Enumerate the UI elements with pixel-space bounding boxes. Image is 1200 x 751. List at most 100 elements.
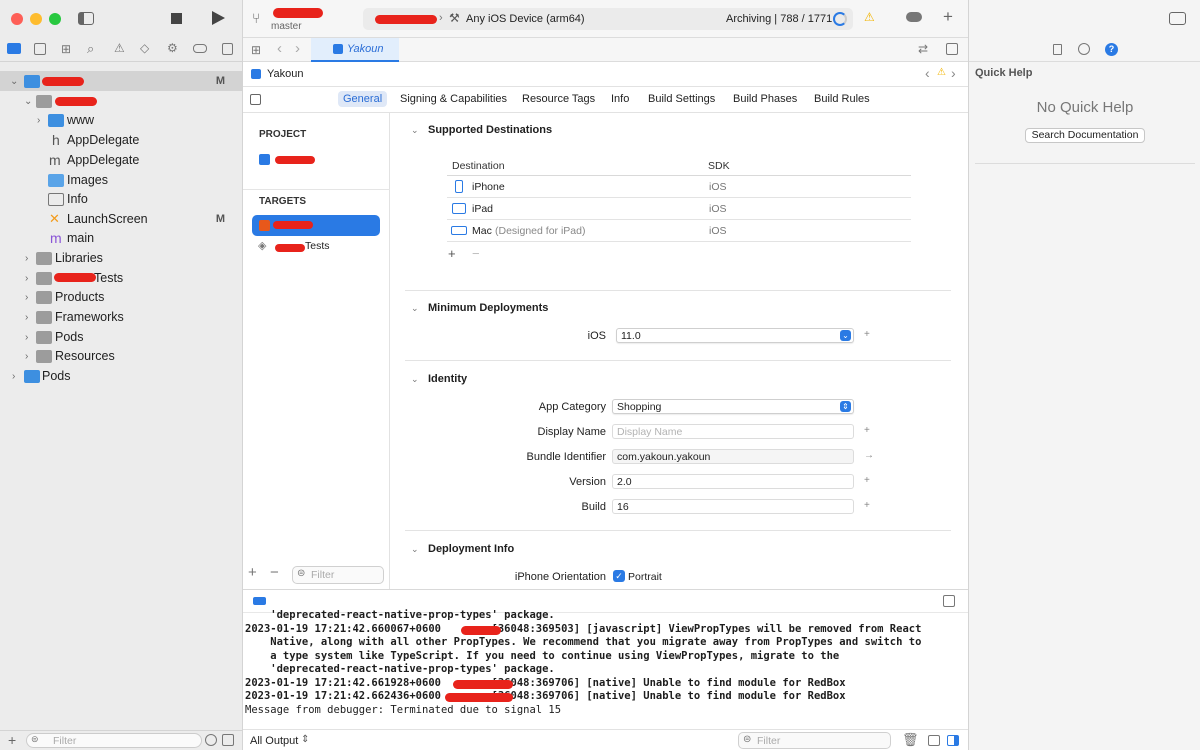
bundle-identifier-field[interactable]: com.yakoun.yakoun [612, 449, 854, 464]
tab-build-phases[interactable]: Build Phases [728, 91, 802, 107]
chevron-right-icon[interactable]: › [25, 332, 28, 343]
breakpoint-icon[interactable] [193, 44, 207, 53]
branch-label[interactable]: master [271, 21, 302, 32]
warning-icon[interactable]: ⚠ [937, 67, 946, 78]
tab-build-settings[interactable]: Build Settings [643, 91, 720, 107]
nav-item-pods-group[interactable]: › Pods [0, 327, 243, 347]
chevron-right-icon[interactable]: › [12, 371, 15, 382]
issue-icon[interactable]: ⚠ [114, 41, 125, 55]
add-icon[interactable]: + [943, 7, 953, 27]
run-button[interactable] [212, 11, 225, 25]
nav-item-libraries[interactable]: › Libraries [0, 248, 243, 268]
target-item-tests[interactable]: ◈ Tests [253, 238, 383, 256]
nav-item-project[interactable]: ⌄ M [0, 71, 243, 91]
tab-signing-capabilities[interactable]: Signing & Capabilities [395, 91, 512, 107]
folder-icon[interactable] [7, 43, 21, 54]
warning-icon[interactable]: ⚠ [864, 10, 875, 24]
run-destination[interactable]: Any iOS Device (arm64) [466, 13, 585, 25]
nav-item-pods-project[interactable]: › Pods [0, 366, 243, 386]
next-issue-icon[interactable]: › [951, 65, 956, 81]
console-filter-input[interactable]: ⊜ Filter [738, 732, 891, 749]
variables-view-icon[interactable] [928, 735, 940, 746]
search-documentation-button[interactable]: Search Documentation [1025, 128, 1145, 143]
report-icon[interactable] [222, 43, 233, 55]
tab-info[interactable]: Info [606, 91, 634, 107]
chevron-down-icon[interactable]: ⌄ [411, 303, 419, 314]
chevron-down-icon[interactable]: ⌄ [411, 125, 419, 136]
activity-view[interactable]: › ⚒ Any iOS Device (arm64) Archiving | 7… [363, 8, 853, 30]
ios-deployment-target-select[interactable]: 11.0 ⌄ [616, 328, 854, 343]
nav-item-products[interactable]: › Products [0, 287, 243, 307]
jump-bar-label[interactable]: Yakoun [267, 68, 304, 80]
arrow-right-icon[interactable]: → [864, 450, 874, 461]
build-field[interactable]: 16 [612, 499, 854, 514]
chevron-down-icon[interactable]: ⌄ [10, 76, 18, 87]
add-icon[interactable]: + [864, 425, 870, 436]
trash-icon[interactable]: 🗑 [902, 732, 919, 748]
scm-filter-icon[interactable] [222, 734, 234, 746]
history-inspector-icon[interactable] [1078, 43, 1090, 55]
nav-item-tests[interactable]: › Tests [0, 268, 243, 288]
add-icon[interactable]: + [864, 329, 870, 340]
version-field[interactable]: 2.0 [612, 474, 854, 489]
file-inspector-icon[interactable] [1053, 44, 1062, 55]
destination-row[interactable]: Mac (Designed for iPad) iOS [447, 221, 911, 241]
output-selector[interactable]: All Output [250, 735, 298, 747]
target-item-app[interactable] [252, 215, 380, 236]
nav-item-resources[interactable]: › Resources [0, 346, 243, 366]
chevron-right-icon[interactable]: › [25, 351, 28, 362]
nav-item-group[interactable]: ⌄ [0, 91, 243, 111]
nav-item-launchscreen[interactable]: ✕ LaunchScreen M [0, 209, 243, 229]
portrait-checkbox[interactable]: ✓ [613, 570, 625, 582]
nav-item-info[interactable]: Info [0, 189, 243, 209]
tab-build-rules[interactable]: Build Rules [809, 91, 875, 107]
recent-files-icon[interactable] [205, 734, 217, 746]
source-control-icon[interactable] [34, 43, 46, 55]
nav-item-www[interactable]: › www [0, 110, 243, 130]
add-icon[interactable]: + [864, 500, 870, 511]
close-window-button[interactable] [11, 13, 23, 25]
targets-list-toggle-icon[interactable] [250, 94, 261, 105]
chevron-right-icon[interactable]: › [25, 312, 28, 323]
targets-filter-input[interactable]: ⊜ Filter [292, 566, 384, 584]
chevron-right-icon[interactable]: › [25, 273, 28, 284]
debug-icon[interactable]: ⚙ [167, 41, 178, 55]
zoom-window-button[interactable] [49, 13, 61, 25]
stop-button[interactable] [171, 13, 182, 24]
back-icon[interactable]: ‹ [277, 40, 282, 57]
add-target-button[interactable]: + [248, 564, 257, 581]
swap-icon[interactable]: ⇄ [918, 42, 928, 56]
console-view-icon[interactable] [947, 735, 959, 746]
remove-target-button[interactable]: − [270, 564, 279, 581]
chevron-right-icon[interactable]: › [25, 253, 28, 264]
minimize-window-button[interactable] [30, 13, 42, 25]
add-icon[interactable]: + [864, 475, 870, 486]
display-name-field[interactable]: Display Name [612, 424, 854, 439]
chevron-down-icon[interactable]: ⌄ [411, 374, 419, 385]
sidebar-toggle-icon[interactable] [78, 12, 94, 25]
split-console-icon[interactable] [943, 595, 955, 607]
nav-item-appdelegate-m[interactable]: m AppDelegate [0, 150, 243, 170]
split-editor-icon[interactable] [946, 43, 958, 55]
nav-item-appdelegate-h[interactable]: h AppDelegate [0, 130, 243, 150]
destination-row[interactable]: iPhone iOS [447, 177, 911, 197]
test-icon[interactable]: ◇ [140, 41, 149, 55]
symbol-icon[interactable]: ⊞ [61, 42, 71, 56]
navigator-filter-input[interactable]: ⊜ Filter [26, 733, 202, 748]
quick-help-icon[interactable]: ? [1105, 43, 1118, 56]
tab-resource-tags[interactable]: Resource Tags [517, 91, 600, 107]
add-icon[interactable]: + [8, 732, 16, 748]
cloud-icon[interactable] [906, 12, 922, 22]
previous-issue-icon[interactable]: ‹ [925, 65, 930, 81]
tab-general[interactable]: General [338, 91, 388, 107]
project-item[interactable] [253, 151, 383, 169]
inspector-toggle-icon[interactable] [1169, 12, 1186, 25]
chevron-down-icon[interactable]: ⌄ [411, 544, 419, 555]
chevron-right-icon[interactable]: › [25, 292, 28, 303]
destination-row[interactable]: iPad iOS [447, 199, 911, 219]
search-icon[interactable]: ⌕ [87, 41, 94, 57]
forward-icon[interactable]: › [295, 40, 300, 57]
grid-icon[interactable]: ⊞ [251, 43, 261, 57]
nav-item-images[interactable]: Images [0, 170, 243, 190]
chevron-down-icon[interactable]: ⌄ [24, 96, 32, 107]
